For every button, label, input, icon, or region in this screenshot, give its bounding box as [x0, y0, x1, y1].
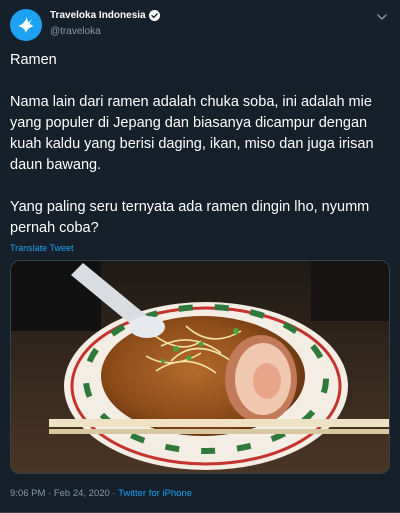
tweet: Traveloka Indonesia @traveloka Ramen Nam…	[0, 0, 400, 513]
tweet-meta: 9:06 PM · Feb 24, 2020 · Twitter for iPh…	[10, 488, 192, 499]
tweet-paragraph: Nama lain dari ramen adalah chuka soba, …	[10, 94, 374, 173]
tweet-paragraph: Ramen	[10, 52, 57, 68]
tweet-source-link[interactable]: Twitter for iPhone	[118, 488, 192, 499]
translate-tweet-link[interactable]: Translate Tweet	[10, 243, 74, 253]
meta-separator: ·	[109, 488, 119, 499]
author-avatar[interactable]	[10, 9, 42, 41]
ramen-photo[interactable]	[10, 260, 390, 474]
chevron-down-icon[interactable]	[376, 12, 388, 22]
tweet-text: Ramen Nama lain dari ramen adalah chuka …	[10, 50, 392, 239]
ramen-photo-illustration	[11, 261, 389, 473]
author-handle[interactable]: @traveloka	[50, 26, 101, 37]
tweet-paragraph: Yang paling seru ternyata ada ramen ding…	[10, 199, 370, 236]
traveloka-bird-logo-icon	[18, 17, 34, 33]
author-name[interactable]: Traveloka Indonesia	[50, 10, 146, 21]
tweet-timestamp[interactable]: 9:06 PM · Feb 24, 2020	[10, 488, 110, 499]
verified-badge-icon	[148, 10, 160, 21]
author-name-row: Traveloka Indonesia	[50, 10, 160, 21]
